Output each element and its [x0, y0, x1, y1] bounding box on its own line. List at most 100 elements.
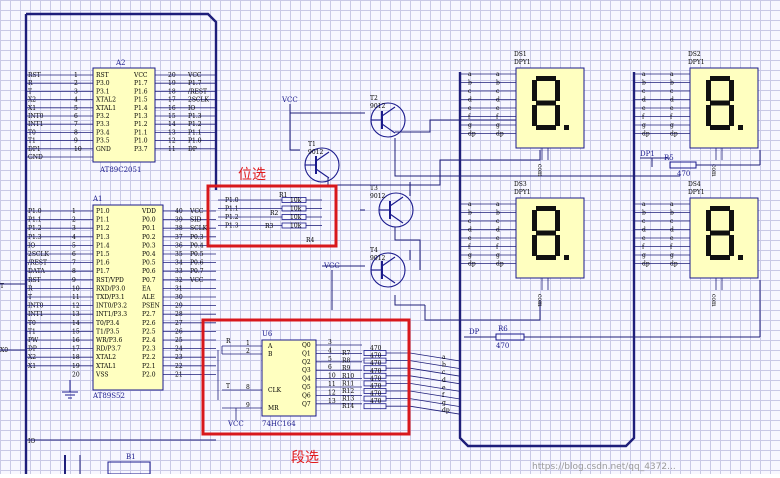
seg-resistor-value: 470 — [370, 391, 382, 398]
a1-pin-label: VDD — [141, 208, 156, 215]
display-pin-label: f — [496, 114, 499, 121]
a1-pin-number: 29 — [175, 303, 183, 310]
display-net-label: e — [642, 235, 646, 242]
a1-pin-number: 33 — [175, 268, 183, 275]
u6-pin-label: B — [268, 351, 273, 358]
transistor-ref: T3 — [370, 185, 378, 192]
display-group: DS1DPY1a ab bc cd de ef fg gdp dpcomDS2DPY1a ab bc… — [460, 51, 759, 307]
a1-net-label: RST — [28, 277, 41, 284]
transistor-t4: T49012 — [370, 247, 406, 288]
a1-net-label: R — [28, 285, 33, 292]
display-net-label: dp — [642, 261, 650, 268]
a1-pin-number: 34 — [175, 260, 183, 267]
display-part: DPY1 — [514, 59, 531, 66]
display-net-label: c — [468, 218, 472, 225]
a2-pin-number: 17 — [168, 97, 176, 104]
svg-text:470: 470 — [677, 170, 690, 178]
a1-pin-label: P2.7 — [142, 311, 156, 318]
a2-pin-label: P1.3 — [134, 113, 148, 120]
u6-pin-label: Q3 — [302, 367, 311, 374]
a1-net-label: P0.5 — [190, 251, 204, 258]
display-part: DPY1 — [688, 189, 705, 196]
a1-pin-number: 9 — [72, 277, 76, 284]
a1-net-label: P0.4 — [190, 242, 204, 249]
a2-pin-number: 18 — [168, 88, 176, 95]
schematic-canvas: A2 AT89C2051 RST R T X2 X1 INT0 INT1 T0 T1 DP1 GND… — [0, 0, 780, 475]
a1-pin-number: 13 — [72, 311, 80, 318]
select-resistor-ref: R3 — [265, 223, 274, 230]
seg-net-label: e — [442, 384, 446, 391]
a1-net-label: P0.7 — [190, 268, 204, 275]
display-net-label: a — [468, 201, 472, 208]
a2-pin-label: XTAL2 — [96, 97, 116, 104]
schematic-svg: A2 AT89C2051 RSTRTX2X1INT0INT1T0T1DP1GND… — [0, 12, 761, 475]
u6-pin-label: CLK — [268, 387, 282, 394]
select-net-label: P1.2 — [225, 214, 239, 221]
display-net-label: e — [468, 235, 472, 242]
svg-text:R6: R6 — [498, 325, 508, 333]
seg-net-label: g — [442, 400, 446, 407]
a2-pin-label: P1.2 — [134, 121, 148, 128]
svg-text:IO: IO — [28, 438, 35, 445]
a2-net-label: VCC — [187, 72, 202, 79]
display-pin-label: e — [670, 235, 674, 242]
a2-pin-label: P1.4 — [134, 105, 148, 112]
display-pin-label: a — [496, 71, 500, 78]
a2-net-label: T — [28, 88, 32, 95]
select-net-label: P1.0 — [225, 197, 239, 204]
display-net-label: g — [642, 122, 646, 129]
a2-net-label: GND — [28, 154, 43, 161]
seg-resistor-ref: R14 — [342, 403, 354, 410]
a2-pin-label: P3.2 — [96, 113, 110, 120]
display-net-label: d — [468, 227, 472, 234]
a1-pin-number: 10 — [72, 285, 80, 292]
a2-net-label: P1.0 — [188, 138, 202, 145]
display-part: DPY1 — [514, 189, 531, 196]
u6-net-label: R — [226, 338, 231, 345]
svg-text:VCC: VCC — [281, 96, 298, 104]
a1-ref: A1 — [92, 195, 103, 203]
a2-net-label: R — [28, 80, 33, 87]
svg-text:DP1: DP1 — [640, 150, 655, 158]
a1-net-label: P0.3 — [190, 234, 204, 241]
display-net-label: g — [468, 122, 472, 129]
a1-net-label: INT0 — [28, 303, 44, 310]
a2-pin-label: P1.0 — [134, 138, 148, 145]
display-com-label: com — [710, 164, 717, 177]
a2-net-label: DP1 — [28, 146, 41, 153]
a1-pin-label: XTAL1 — [96, 363, 116, 370]
a1-pin-number: 6 — [72, 251, 76, 258]
a2-pin-number: 14 — [168, 121, 176, 128]
a2-pin-label: VCC — [133, 72, 148, 79]
display-pin-label: dp — [670, 261, 678, 268]
a2-pin-number: 5 — [74, 105, 78, 112]
transistor-ref: T2 — [370, 95, 378, 102]
a2-pin-label: P3.0 — [96, 80, 110, 87]
a1-pin-label: P1.1 — [96, 217, 110, 224]
a1-pin-number: 21 — [175, 371, 183, 378]
a1-pin-number: 35 — [175, 251, 183, 258]
display-net-label: a — [642, 71, 646, 78]
a1-net-label: DP — [28, 346, 37, 353]
a1-pin-label: VSS — [95, 371, 108, 378]
a2-pin-number: 1 — [74, 72, 78, 79]
a1-net-label: P0.6 — [190, 260, 204, 267]
a2-pin-number: 4 — [74, 97, 78, 104]
display-pin-label: dp — [496, 261, 504, 268]
display-pin-label: d — [496, 97, 500, 104]
a2-pin-number: 11 — [168, 146, 176, 153]
a1-net-label: PW — [28, 337, 39, 344]
a1-pin-label: P2.4 — [142, 337, 156, 344]
transistor-t3: T39012 — [370, 185, 414, 228]
a1-pin-label: P0.4 — [142, 251, 156, 258]
seg-net-label: c — [442, 369, 446, 376]
a1-pin-number: 7 — [72, 260, 76, 267]
select-resistor-ref: R1 — [279, 192, 287, 199]
transistor-part: 9012 — [370, 103, 385, 110]
seg-resistor-ref: R7 — [342, 350, 351, 357]
a2-pin-label: P1.1 — [134, 129, 148, 136]
display-net-label: dp — [468, 131, 476, 138]
display-pin-label: f — [670, 244, 673, 251]
display-pin-label: d — [670, 97, 674, 104]
display-pin-label: e — [670, 105, 674, 112]
